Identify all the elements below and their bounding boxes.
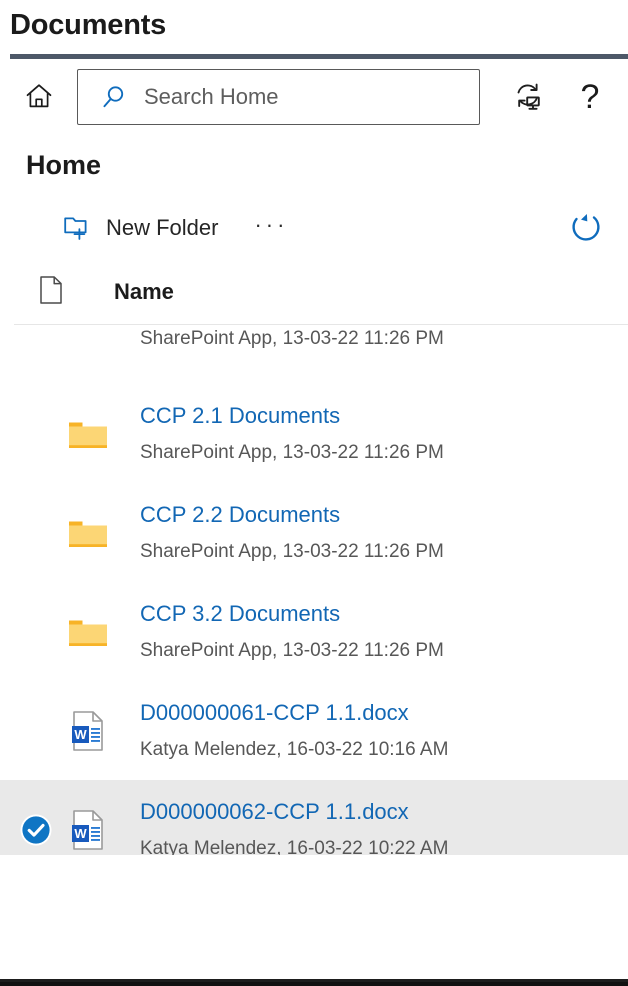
row-title-link[interactable]: CCP 3.2 Documents bbox=[140, 599, 444, 629]
list-toolbar: New Folder ··· bbox=[0, 197, 628, 259]
more-options-button[interactable]: ··· bbox=[248, 213, 294, 244]
search-box[interactable] bbox=[77, 69, 480, 125]
search-icon bbox=[100, 83, 128, 111]
file-list: SharePoint App, 13-03-22 11:26 PM CCP 2.1… bbox=[0, 325, 628, 855]
table-row[interactable]: CCP 3.2 Documents SharePoint App, 13-03-2… bbox=[0, 582, 628, 681]
new-folder-icon bbox=[62, 212, 92, 245]
table-row[interactable]: W D000000061-CCP 1.1.docx Katya Melendez, … bbox=[0, 681, 628, 780]
sync-button[interactable] bbox=[508, 77, 548, 117]
breadcrumb-heading: Home bbox=[26, 150, 102, 180]
row-title-link[interactable]: CCP 2.2 Documents bbox=[140, 500, 444, 530]
word-document-icon: W bbox=[58, 809, 118, 851]
home-icon bbox=[24, 81, 54, 114]
refresh-button[interactable] bbox=[566, 208, 606, 248]
documents-app-window: Documents Search Home ? Home New Folder … bbox=[0, 0, 628, 986]
file-type-icon bbox=[38, 275, 64, 310]
row-text-block: CCP 2.1 Documents SharePoint App, 13-03-2… bbox=[140, 401, 444, 467]
row-text-block: CCP 2.2 Documents SharePoint App, 13-03-2… bbox=[140, 500, 444, 566]
folder-icon bbox=[58, 516, 118, 550]
sync-icon bbox=[511, 79, 545, 116]
command-bar: ? bbox=[0, 59, 628, 135]
list-column-header: Name bbox=[0, 259, 628, 325]
column-header-name[interactable]: Name bbox=[114, 279, 174, 305]
svg-text:W: W bbox=[74, 826, 87, 841]
table-row[interactable]: SharePoint App, 13-03-22 11:26 PM bbox=[0, 325, 628, 384]
table-row[interactable]: CCP 2.1 Documents SharePoint App, 13-03-2… bbox=[0, 384, 628, 483]
word-document-icon: W bbox=[58, 710, 118, 752]
file-list-viewport[interactable]: SharePoint App, 13-03-22 11:26 PM CCP 2.1… bbox=[0, 325, 628, 855]
row-metadata: SharePoint App, 13-03-22 11:26 PM bbox=[140, 540, 444, 562]
help-question-icon: ? bbox=[580, 78, 600, 116]
row-selected-checkbox[interactable] bbox=[14, 813, 58, 847]
title-area: Documents bbox=[0, 0, 628, 59]
refresh-icon bbox=[569, 210, 603, 247]
folder-icon bbox=[58, 615, 118, 649]
taskbar-sliver-inner bbox=[0, 979, 628, 982]
new-folder-button[interactable]: New Folder bbox=[62, 212, 218, 245]
help-button[interactable]: ? bbox=[570, 77, 610, 117]
row-text-block: D000000061-CCP 1.1.docx Katya Melendez, 1… bbox=[140, 698, 448, 764]
page-title: Documents bbox=[10, 9, 167, 41]
folder-icon bbox=[58, 417, 118, 451]
row-metadata: Katya Melendez, 16-03-22 10:16 AM bbox=[140, 738, 449, 760]
table-row[interactable]: CCP 2.2 Documents SharePoint App, 13-03-2… bbox=[0, 483, 628, 582]
row-title-link[interactable]: D000000062-CCP 1.1.docx bbox=[140, 797, 448, 827]
search-input[interactable] bbox=[142, 82, 479, 112]
row-text-block: CCP 3.2 Documents SharePoint App, 13-03-2… bbox=[140, 599, 444, 665]
table-row[interactable]: W D000000062-CCP 1.1.docx Katya Melendez, … bbox=[0, 780, 628, 855]
taskbar-sliver bbox=[0, 979, 628, 986]
new-folder-label: New Folder bbox=[106, 215, 219, 240]
row-metadata: SharePoint App, 13-03-22 11:26 PM bbox=[140, 441, 444, 463]
row-title-link[interactable]: D000000061-CCP 1.1.docx bbox=[140, 698, 448, 728]
row-text-block: D000000062-CCP 1.1.docx Katya Melendez, 1… bbox=[140, 797, 448, 856]
row-metadata: SharePoint App, 13-03-22 11:26 PM bbox=[140, 327, 444, 349]
row-title-link[interactable]: CCP 2.1 Documents bbox=[140, 401, 444, 431]
row-text-block: SharePoint App, 13-03-22 11:26 PM bbox=[140, 325, 444, 353]
svg-text:W: W bbox=[74, 727, 87, 742]
home-button[interactable] bbox=[22, 80, 56, 114]
column-header-icon-cell[interactable] bbox=[0, 275, 76, 310]
row-metadata: SharePoint App, 13-03-22 11:26 PM bbox=[140, 639, 444, 661]
row-metadata: Katya Melendez, 16-03-22 10:22 AM bbox=[140, 837, 449, 856]
